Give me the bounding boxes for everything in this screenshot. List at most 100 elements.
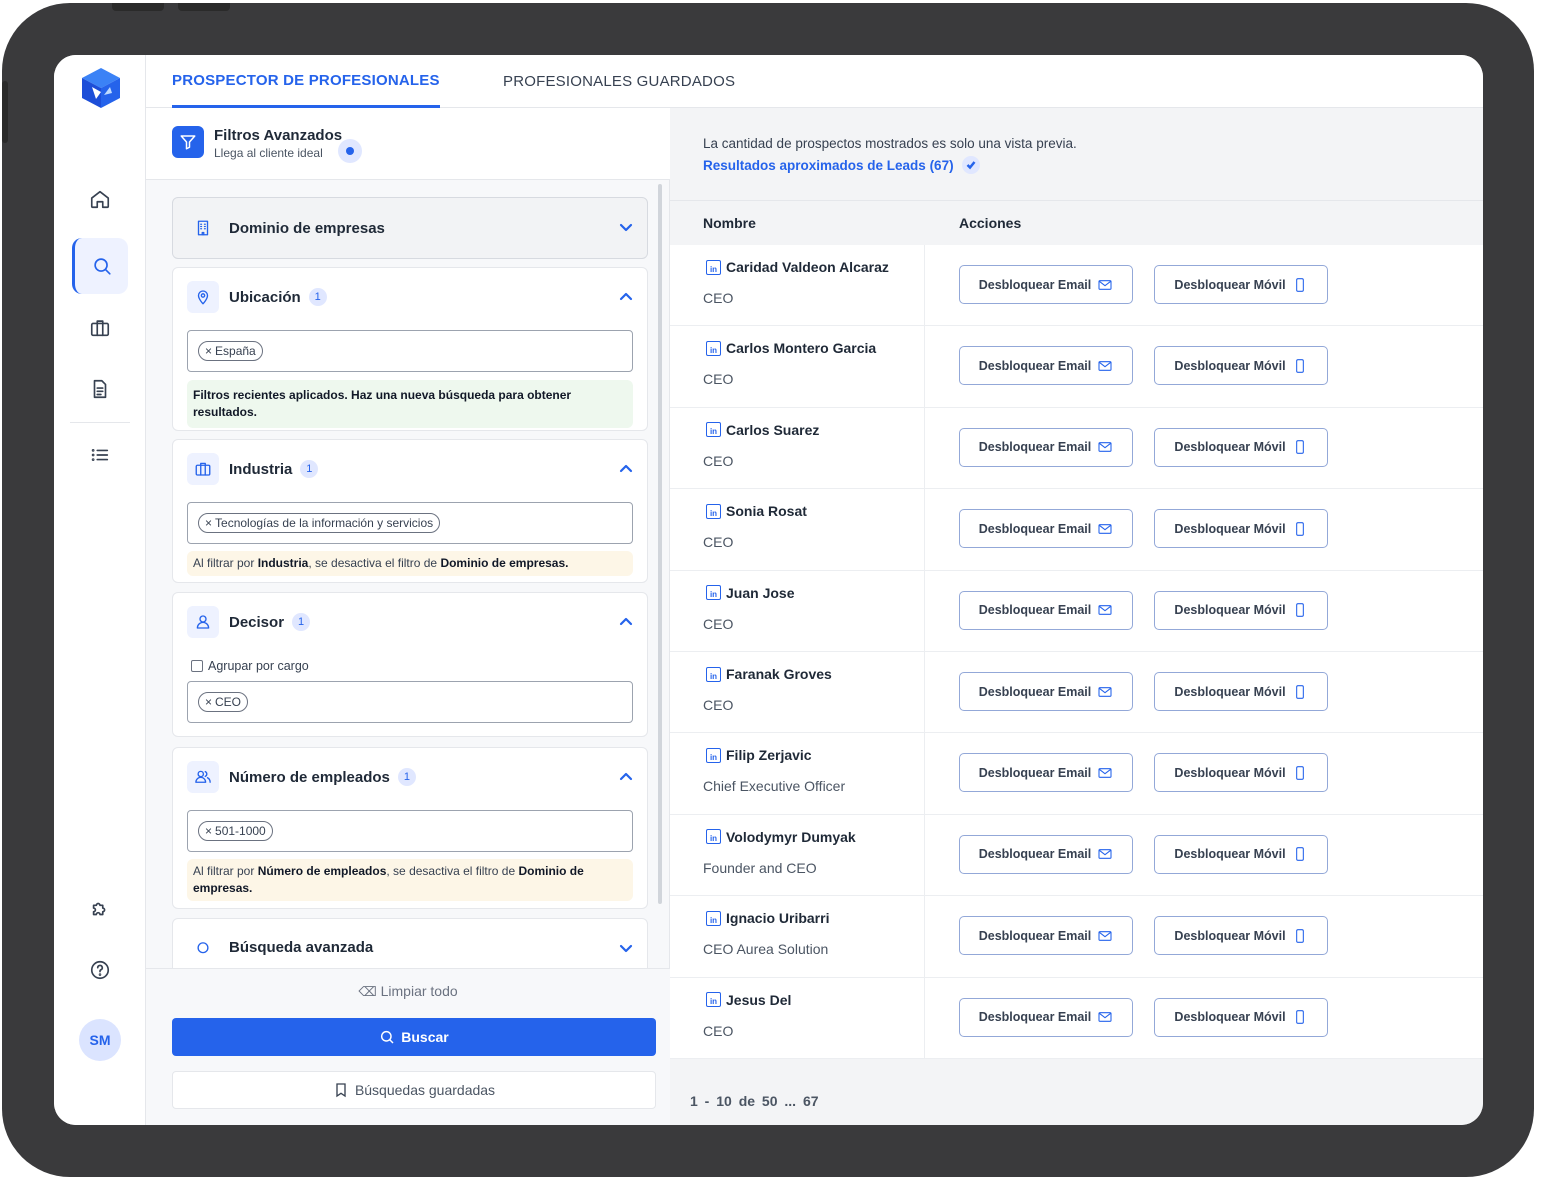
prospect-role: CEO Aurea Solution	[703, 941, 829, 958]
linkedin-icon[interactable]: in	[706, 340, 721, 356]
linkedin-icon[interactable]: in	[706, 585, 721, 601]
prospect-name[interactable]: in Sonia Rosat	[706, 503, 807, 519]
nav-help[interactable]	[72, 942, 128, 998]
employees-input[interactable]: × 501-1000	[187, 810, 633, 852]
nav-lists[interactable]	[72, 427, 128, 483]
chevron-down-icon[interactable]	[619, 220, 633, 234]
nav-companies[interactable]	[72, 300, 128, 356]
linkedin-icon[interactable]: in	[706, 666, 721, 682]
chevron-up-icon[interactable]	[619, 462, 633, 476]
linkedin-icon[interactable]: in	[706, 259, 721, 275]
remove-tag-icon[interactable]: ×	[205, 344, 212, 358]
cube-logo-icon[interactable]	[78, 65, 124, 111]
chevron-up-icon[interactable]	[619, 290, 633, 304]
remove-tag-icon[interactable]: ×	[205, 824, 212, 838]
chevron-up-icon[interactable]	[619, 770, 633, 784]
prospect-name[interactable]: in Faranak Groves	[706, 666, 832, 682]
tag-chip[interactable]: × CEO	[198, 692, 249, 712]
user-avatar[interactable]: SM	[79, 1019, 121, 1061]
linkedin-icon[interactable]: in	[706, 422, 721, 438]
unlock-phone-button[interactable]: Desbloquear Móvil	[1154, 834, 1328, 874]
unlock-phone-label: Desbloquear Móvil	[1174, 847, 1286, 862]
pagination[interactable]: 1 - 10 de 50 ... 67	[690, 1093, 819, 1109]
prospect-name[interactable]: in Jesus Del	[706, 992, 791, 1008]
divider	[70, 422, 130, 423]
tab-prospector[interactable]: PROSPECTOR DE PROFESIONALES	[172, 55, 440, 108]
search-button[interactable]: Buscar	[172, 1018, 656, 1056]
phone-icon	[1295, 684, 1304, 699]
filter-domain-title: Dominio de empresas	[229, 219, 385, 237]
industry-input[interactable]: × Tecnologías de la información y servici…	[187, 502, 633, 544]
note-bold: Industria	[257, 556, 309, 570]
bookmark-icon	[336, 1083, 346, 1098]
location-note-text: Filtros recientes aplicados. Haz una nue…	[193, 388, 572, 419]
filter-icon	[172, 126, 204, 158]
prospect-name[interactable]: in Juan Jose	[706, 585, 794, 601]
clear-all-button[interactable]: ⌫ Limpiar todo	[146, 983, 670, 1000]
group-by-title-checkbox[interactable]: Agrupar por cargo	[191, 659, 309, 673]
prospect-name-text: Carlos Montero Garcia	[726, 340, 877, 357]
prospect-role: CEO	[703, 452, 734, 469]
unlock-phone-button[interactable]: Desbloquear Móvil	[1154, 916, 1328, 956]
mail-icon	[1098, 361, 1112, 371]
tab-saved-professionals[interactable]: PROFESIONALES GUARDADOS	[503, 55, 735, 108]
prospect-name-text: Carlos Suarez	[726, 421, 820, 438]
remove-tag-icon[interactable]: ×	[205, 516, 212, 530]
tag-chip[interactable]: × España	[198, 341, 263, 361]
unlock-email-button[interactable]: Desbloquear Email	[959, 346, 1133, 386]
chevron-down-icon[interactable]	[619, 941, 633, 955]
nav-documents[interactable]	[72, 361, 128, 417]
list-icon	[91, 449, 109, 461]
filter-advanced[interactable]: Búsqueda avanzada	[172, 918, 648, 968]
preview-notice: La cantidad de prospectos mostrados es s…	[703, 136, 1077, 151]
linkedin-icon[interactable]: in	[706, 503, 721, 519]
nav-integrations[interactable]	[72, 881, 128, 937]
unlock-phone-button[interactable]: Desbloquear Móvil	[1154, 672, 1328, 711]
search-button-label: Buscar	[401, 1029, 449, 1045]
filter-count-badge: 1	[308, 288, 327, 306]
unlock-phone-button[interactable]: Desbloquear Móvil	[1154, 346, 1328, 386]
chevron-up-icon[interactable]	[619, 615, 633, 629]
linkedin-icon[interactable]: in	[706, 910, 721, 926]
mail-icon	[1098, 686, 1112, 697]
unlock-email-button[interactable]: Desbloquear Email	[959, 997, 1133, 1037]
unlock-phone-button[interactable]: Desbloquear Móvil	[1154, 590, 1328, 630]
unlock-email-button[interactable]: Desbloquear Email	[959, 427, 1133, 467]
unlock-email-button[interactable]: Desbloquear Email	[959, 509, 1133, 549]
filters-scrollbar[interactable]	[658, 184, 662, 904]
nav-search[interactable]	[72, 238, 128, 294]
linkedin-icon[interactable]: in	[706, 829, 721, 845]
unlock-phone-button[interactable]: Desbloquear Móvil	[1154, 427, 1328, 467]
saved-searches-button[interactable]: Búsquedas guardadas	[172, 1071, 656, 1109]
prospect-name[interactable]: in Ignacio Uribarri	[706, 910, 829, 926]
unlock-phone-button[interactable]: Desbloquear Móvil	[1154, 753, 1328, 793]
unlock-phone-label: Desbloquear Móvil	[1174, 1010, 1286, 1025]
tag-chip[interactable]: × 501-1000	[198, 821, 273, 841]
filter-domain[interactable]: Dominio de empresas	[172, 197, 648, 259]
unlock-email-button[interactable]: Desbloquear Email	[959, 265, 1133, 304]
linkedin-icon[interactable]: in	[706, 992, 721, 1008]
nav-home[interactable]	[72, 171, 128, 227]
unlock-email-button[interactable]: Desbloquear Email	[959, 753, 1133, 793]
results-count-text: Resultados aproximados de Leads (67)	[703, 157, 954, 173]
decisor-input[interactable]: × CEO	[187, 681, 633, 723]
prospect-name[interactable]: in Carlos Suarez	[706, 422, 819, 438]
unlock-phone-button[interactable]: Desbloquear Móvil	[1154, 997, 1328, 1037]
location-input[interactable]: × España	[187, 330, 633, 372]
search-icon	[93, 258, 111, 275]
remove-tag-icon[interactable]: ×	[205, 695, 212, 709]
unlock-email-button[interactable]: Desbloquear Email	[959, 590, 1133, 630]
unlock-phone-button[interactable]: Desbloquear Móvil	[1154, 265, 1328, 304]
tag-chip[interactable]: × Tecnologías de la información y servici…	[198, 513, 441, 533]
unlock-phone-button[interactable]: Desbloquear Móvil	[1154, 509, 1328, 549]
unlock-email-button[interactable]: Desbloquear Email	[959, 916, 1133, 956]
linkedin-icon[interactable]: in	[706, 747, 721, 763]
unlock-email-button[interactable]: Desbloquear Email	[959, 672, 1133, 711]
prospect-name[interactable]: in Filip Zerjavic	[706, 747, 812, 763]
prospect-name[interactable]: in Carlos Montero Garcia	[706, 340, 876, 356]
filter-advanced-title: Búsqueda avanzada	[229, 938, 374, 956]
prospect-name[interactable]: in Volodymyr Dumyak	[706, 829, 856, 845]
prospect-name[interactable]: in Caridad Valdeon Alcaraz	[706, 259, 889, 275]
unlock-email-button[interactable]: Desbloquear Email	[959, 834, 1133, 874]
table-row: in Volodymyr Dumyak Founder and CEO Desb…	[670, 814, 1483, 897]
